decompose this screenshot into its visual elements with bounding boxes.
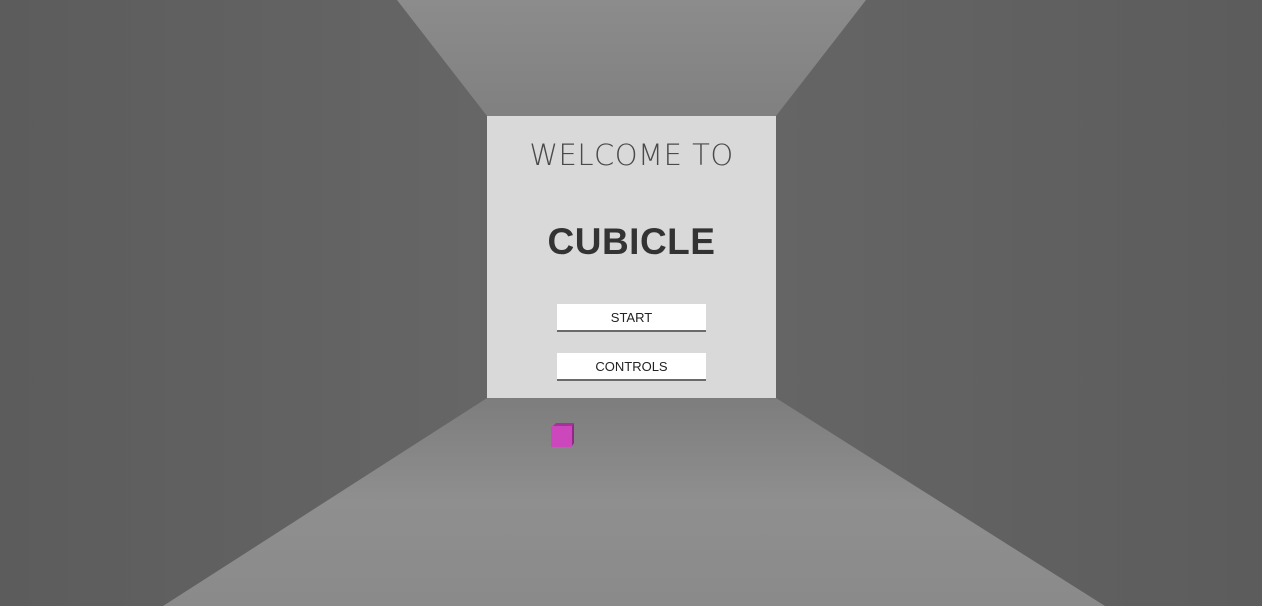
welcome-heading: WELCOME TO <box>529 138 734 172</box>
game-title: CUBICLE <box>547 221 716 262</box>
game-scene: WELCOME TO CUBICLE START CONTROLS <box>0 0 1262 606</box>
start-button[interactable]: START <box>557 304 706 332</box>
controls-button[interactable]: CONTROLS <box>557 353 706 381</box>
magenta-cube-icon <box>551 423 574 447</box>
